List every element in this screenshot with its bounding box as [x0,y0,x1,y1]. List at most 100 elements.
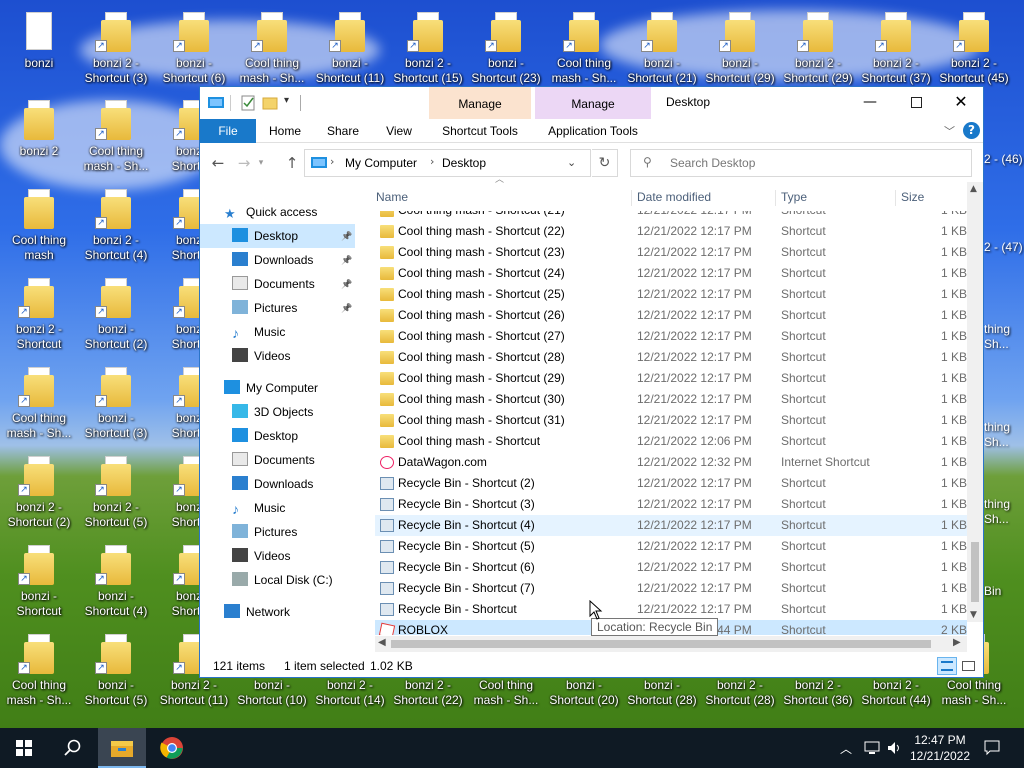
desktop-icon-folder[interactable]: ↗ bonzi 2 - Shortcut (37) [857,10,935,96]
ribbon-expand-icon[interactable]: ﹀ [944,123,955,139]
desktop-icon-folder[interactable]: ↗ bonzi - Shortcut (3) [77,365,155,451]
table-row[interactable]: Recycle Bin - Shortcut (4) 12/21/2022 12:… [375,515,967,536]
vertical-scrollbar[interactable]: ▲ ▼ [967,182,983,622]
scroll-up-icon[interactable]: ▲ [970,184,977,194]
tab-home[interactable]: Home [260,119,310,143]
desktop-icon-label[interactable]: thing Sh... [984,497,1024,527]
large-icons-view-button[interactable] [960,657,978,675]
desktop-icon-folder[interactable]: ↗ bonzi - Shortcut [0,543,78,629]
tab-shortcut-tools[interactable]: Shortcut Tools [429,119,531,143]
column-header-type[interactable]: Type [781,188,891,208]
breadcrumb-my-computer[interactable]: My Computer [345,156,417,170]
nav-item[interactable]: Desktop [200,424,355,448]
show-hidden-icons-icon[interactable]: ︿ [840,740,852,757]
table-row[interactable]: Cool thing mash - Shortcut (25) 12/21/202… [375,284,967,305]
nav-item[interactable]: Local Disk (C:) [200,568,355,592]
table-row[interactable]: Cool thing mash - Shortcut (26) 12/21/202… [375,305,967,326]
nav-item[interactable]: Pictures [200,520,355,544]
table-row[interactable]: Cool thing mash - Shortcut (22) 12/21/202… [375,221,967,242]
desktop-icon-folder[interactable]: ↗ bonzi 2 - Shortcut (15) [389,10,467,96]
up-button[interactable]: ↑ [281,152,303,174]
desktop-icon-label[interactable]: 2 - (46) [984,152,1024,167]
clock-time[interactable]: 12:47 PM [910,733,970,747]
desktop-icon-folder[interactable]: ↗ Cool thing mash - Sh... [77,98,155,184]
scroll-right-icon[interactable]: ▶ [953,637,961,648]
desktop-icon-folder[interactable]: ↗ bonzi - Shortcut (11) [311,10,389,96]
desktop-icon-folder[interactable]: ↗ bonzi - Shortcut (21) [623,10,701,96]
nav-item[interactable]: Videos [200,544,355,568]
clock-date[interactable]: 12/21/2022 [906,749,974,763]
nav-item[interactable]: Videos [200,344,355,368]
desktop-icon-label[interactable]: 2 - (47) [984,240,1024,255]
start-button[interactable] [0,728,48,768]
nav-item[interactable]: Downloads [200,472,355,496]
nav-item[interactable]: 3D Objects [200,400,355,424]
desktop-icon-folder[interactable]: ↗ Cool thing mash - Sh... [545,10,623,96]
breadcrumb-desktop[interactable]: Desktop [442,156,486,170]
notification-icon[interactable] [984,740,1000,756]
table-row[interactable]: Cool thing mash - Shortcut (21) 12/21/202… [375,211,967,221]
desktop-icon-file[interactable]: bonzi [0,10,78,96]
close-button[interactable]: ✕ [939,87,983,119]
desktop-icon-folder[interactable]: ↗ bonzi - Shortcut (6) [155,10,233,96]
desktop-icon-folder[interactable]: ↗ bonzi - Shortcut (4) [77,543,155,629]
manage-shortcut-context-tab[interactable]: Manage [429,87,531,119]
nav-item[interactable]: Documents 📌 [200,272,355,296]
table-row[interactable]: Cool thing mash - Shortcut (29) 12/21/202… [375,368,967,389]
table-row[interactable]: Recycle Bin - Shortcut (5) 12/21/2022 12:… [375,536,967,557]
volume-icon[interactable] [887,740,903,756]
table-row[interactable]: Cool thing mash - Shortcut 12/21/2022 12:… [375,431,967,452]
details-view-button[interactable] [937,657,957,675]
network-icon[interactable] [864,740,880,756]
desktop-icon-folder[interactable]: ↗ bonzi - Shortcut (2) [77,276,155,362]
back-button[interactable]: ← [207,152,229,174]
tab-share[interactable]: Share [318,119,368,143]
vertical-scroll-thumb[interactable] [971,542,979,602]
refresh-button[interactable]: ↻ [592,149,618,177]
nav-item[interactable]: ♪ Music [200,496,355,520]
column-header-name[interactable]: Name [376,188,631,208]
nav-item[interactable]: My Computer [200,376,355,400]
table-row[interactable]: Recycle Bin - Shortcut (7) 12/21/2022 12:… [375,578,967,599]
column-header-date[interactable]: Date modified [637,188,775,208]
desktop-icon-folder[interactable]: ↗ Cool thing mash - Sh... [233,10,311,96]
desktop-icon-folder[interactable]: ↗ bonzi 2 - Shortcut (5) [77,454,155,540]
table-row[interactable]: Cool thing mash - Shortcut (31) 12/21/202… [375,410,967,431]
tab-view[interactable]: View [375,119,423,143]
desktop-icon-folder[interactable]: ↗ bonzi 2 - Shortcut (45) [935,10,1013,96]
address-dropdown-icon[interactable]: ⌄ [567,156,576,169]
tab-application-tools[interactable]: Application Tools [535,119,651,143]
nav-item[interactable]: ★ Quick access [200,200,355,224]
scroll-left-icon[interactable]: ◀ [378,637,386,648]
desktop-icon-folder[interactable]: ↗ bonzi 2 - Shortcut (2) [0,454,78,540]
table-row[interactable]: Cool thing mash - Shortcut (30) 12/21/202… [375,389,967,410]
address-bar[interactable]: › My Computer › Desktop ⌄ [304,149,591,177]
forward-button[interactable]: → [233,152,255,174]
column-header-size[interactable]: Size [901,188,961,208]
nav-item[interactable]: Downloads 📌 [200,248,355,272]
desktop-icon-folder[interactable]: bonzi 2 [0,98,78,184]
desktop-icon-folder[interactable]: ↗ bonzi - Shortcut (23) [467,10,545,96]
table-row[interactable]: Recycle Bin - Shortcut (2) 12/21/2022 12:… [375,473,967,494]
search-taskbar-button[interactable] [48,728,96,768]
desktop-icon-label[interactable]: thing Sh... [984,420,1024,450]
table-row[interactable]: Recycle Bin - Shortcut (6) 12/21/2022 12:… [375,557,967,578]
manage-application-context-tab[interactable]: Manage [535,87,651,119]
table-row[interactable]: Cool thing mash - Shortcut (27) 12/21/202… [375,326,967,347]
tab-file[interactable]: File [200,119,256,143]
desktop-icon-folder[interactable]: ↗ Cool thing mash - Sh... [0,365,78,451]
nav-item[interactable]: Documents [200,448,355,472]
recent-locations-button[interactable]: ▾ [254,152,268,174]
table-row[interactable]: DataWagon.com 12/21/2022 12:32 PM Internet… [375,452,967,473]
search-box[interactable]: ⚲ Search Desktop [630,149,972,177]
desktop-icon-folder[interactable]: Cool thing mash [0,187,78,273]
desktop-icon-folder[interactable]: ↗ bonzi 2 - Shortcut [0,276,78,362]
maximize-button[interactable] [893,87,939,119]
nav-item[interactable]: Desktop 📌 [200,224,355,248]
qat-dropdown-icon[interactable]: ▾ [284,95,289,106]
desktop-icon-folder[interactable]: ↗ bonzi 2 - Shortcut (4) [77,187,155,273]
minimize-button[interactable]: — [847,87,893,119]
taskbar-file-explorer[interactable] [98,728,146,768]
nav-item[interactable]: Network [200,600,355,624]
desktop-icon-folder[interactable]: ↗ bonzi 2 - Shortcut (3) [77,10,155,96]
